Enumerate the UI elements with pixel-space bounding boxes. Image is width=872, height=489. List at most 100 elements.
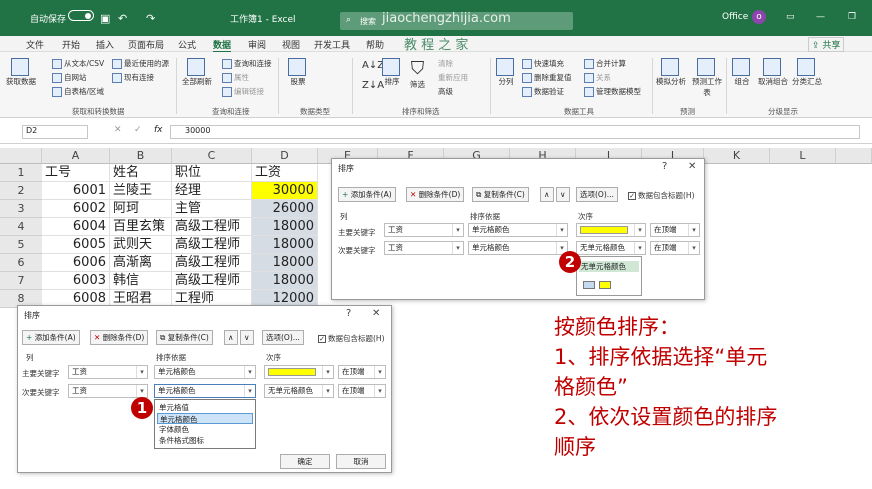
manage-model-button[interactable]: 管理数据模型 [584,86,641,97]
cell-d[interactable]: 30000 [252,182,318,200]
cell-a[interactable]: 6006 [42,254,110,272]
add-level-button[interactable]: + 添加条件(A) [22,330,80,345]
redo-icon[interactable]: ↷ [146,12,155,25]
subtotal-button[interactable]: 分类汇总 [792,58,822,87]
consolidate-button[interactable]: 合并计算 [584,58,626,69]
restore-icon[interactable]: ❐ [848,12,856,22]
menu-insert[interactable]: 插入 [96,38,114,51]
reapply-button[interactable]: 重新应用 [438,72,468,83]
cell-d[interactable]: 18000 [252,254,318,272]
option-cell-values[interactable]: 单元格值 [157,402,253,413]
help-icon[interactable]: ? [346,308,351,319]
menu-home[interactable]: 开始 [62,38,80,51]
row-header[interactable]: 1 [0,164,42,182]
cell-a[interactable]: 6003 [42,272,110,290]
split-button[interactable]: 分列 [496,58,516,87]
cell-b[interactable]: 高渐离 [110,254,172,272]
add-level-button[interactable]: + 添加条件(A) [338,187,396,202]
color-option-none[interactable]: 无单元格颜色 [579,261,639,272]
cell-b[interactable]: 阿珂 [110,200,172,218]
cell-c[interactable]: 高级工程师 [172,272,252,290]
from-table-button[interactable]: 自表格/区域 [52,86,104,97]
select-all-corner[interactable] [0,148,42,164]
user-avatar[interactable]: o [752,10,766,24]
secondary-position-select[interactable]: 在顶端 ▾ [650,241,700,255]
move-up-button[interactable]: ∧ [540,187,554,202]
filter-button[interactable]: ⛉ 筛选 [410,58,425,90]
cell-a[interactable]: 6001 [42,182,110,200]
cancel-icon[interactable]: ✕ [114,125,122,135]
cell-b[interactable]: 韩信 [110,272,172,290]
function-icon[interactable]: fx [154,125,163,135]
recent-sources-button[interactable]: 最近使用的源 [112,58,169,69]
column-header[interactable]: K [704,148,770,164]
column-header[interactable]: A [42,148,110,164]
cell-c[interactable]: 职位 [172,164,252,182]
menu-developer[interactable]: 开发工具 [314,38,350,51]
relations-button[interactable]: 关系 [584,72,611,83]
cell-d[interactable]: 18000 [252,236,318,254]
option-cell-color[interactable]: 单元格颜色 [157,413,253,424]
primary-sort-on-select[interactable]: 单元格颜色 ▾ [468,223,568,237]
column-header[interactable]: L [770,148,836,164]
color-option-blue[interactable] [583,281,595,289]
formula-input[interactable]: 30000 [170,125,860,139]
secondary-column-select[interactable]: 工资 ▾ [68,384,148,398]
undo-icon[interactable]: ↶ [118,12,127,25]
menu-data[interactable]: 数据 [213,38,232,53]
get-data-button[interactable]: 获取数据 [6,58,36,87]
move-down-button[interactable]: ∨ [556,187,570,202]
option-font-color[interactable]: 字体颜色 [157,424,253,435]
close-icon[interactable]: ✕ [372,308,380,319]
copy-level-button[interactable]: ⧉ 复制条件(C) [472,187,529,202]
column-header[interactable]: B [110,148,172,164]
cell-a[interactable]: 6005 [42,236,110,254]
header-checkbox[interactable]: ✓ 数据包含标题(H) [318,333,385,344]
row-header[interactable]: 6 [0,254,42,272]
properties-button[interactable]: 属性 [222,72,249,83]
secondary-position-select[interactable]: 在顶端 ▾ [338,384,386,398]
cell-d[interactable]: 工资 [252,164,318,182]
secondary-sort-on-select[interactable]: 单元格颜色 ▾ [468,241,568,255]
row-header[interactable]: 4 [0,218,42,236]
share-button[interactable]: ⇪ 共享 [808,37,845,52]
primary-column-select[interactable]: 工资 ▾ [68,365,148,379]
move-up-button[interactable]: ∧ [224,330,238,345]
name-box[interactable]: D2 [22,125,88,139]
column-header[interactable]: D [252,148,318,164]
cancel-button[interactable]: 取消 [336,454,386,469]
sort-button[interactable]: 排序 [382,58,402,87]
data-validation-button[interactable]: 数据验证 [522,86,564,97]
copy-level-button[interactable]: ⧉ 复制条件(C) [156,330,213,345]
group-button[interactable]: 组合 [732,58,752,87]
search-box[interactable]: ⌕ 搜索 jiaochengzhijia.com [340,11,573,30]
color-option-yellow[interactable] [599,281,611,289]
delete-level-button[interactable]: ✕ 删除条件(D) [406,187,465,202]
menu-review[interactable]: 审阅 [248,38,266,51]
from-web-button[interactable]: 自网站 [52,72,87,83]
what-if-button[interactable]: 模拟分析 [656,58,686,87]
primary-order-select[interactable]: ▾ [264,365,334,379]
clear-button[interactable]: 清除 [438,58,453,69]
help-icon[interactable]: ? [662,161,667,172]
sort-za-icon[interactable]: Z↓A [362,80,384,91]
move-down-button[interactable]: ∨ [240,330,254,345]
stocks-button[interactable]: 股票 [288,58,308,87]
menu-file[interactable]: 文件 [26,38,44,51]
ungroup-button[interactable]: 取消组合 [758,58,788,87]
cell-c[interactable]: 经理 [172,182,252,200]
ok-button[interactable]: 确定 [280,454,330,469]
remove-duplicates-button[interactable]: 删除重复值 [522,72,572,83]
advanced-button[interactable]: 高级 [438,86,453,97]
row-header[interactable]: 3 [0,200,42,218]
primary-sort-on-select[interactable]: 单元格颜色 ▾ [154,365,256,379]
cell-a[interactable]: 6002 [42,200,110,218]
queries-button[interactable]: 查询和连接 [222,58,272,69]
secondary-sort-on-select[interactable]: 单元格颜色 ▾ [154,384,256,398]
secondary-order-select[interactable]: 无单元格颜色 ▾ [264,384,334,398]
header-checkbox[interactable]: ✓ 数据包含标题(H) [628,190,695,201]
menu-page-layout[interactable]: 页面布局 [128,38,164,51]
close-icon[interactable]: ✕ [688,161,696,172]
cell-c[interactable]: 高级工程师 [172,236,252,254]
primary-order-select[interactable]: ▾ [576,223,646,237]
